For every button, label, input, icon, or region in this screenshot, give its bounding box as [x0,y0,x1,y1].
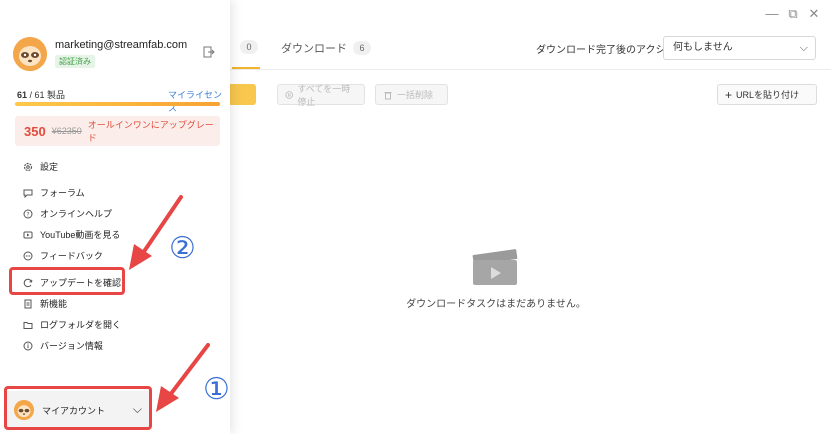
annotation-number-two: ② [169,232,196,265]
annotation-number-one: ① [203,373,230,406]
annotation-arrows [129,195,210,412]
